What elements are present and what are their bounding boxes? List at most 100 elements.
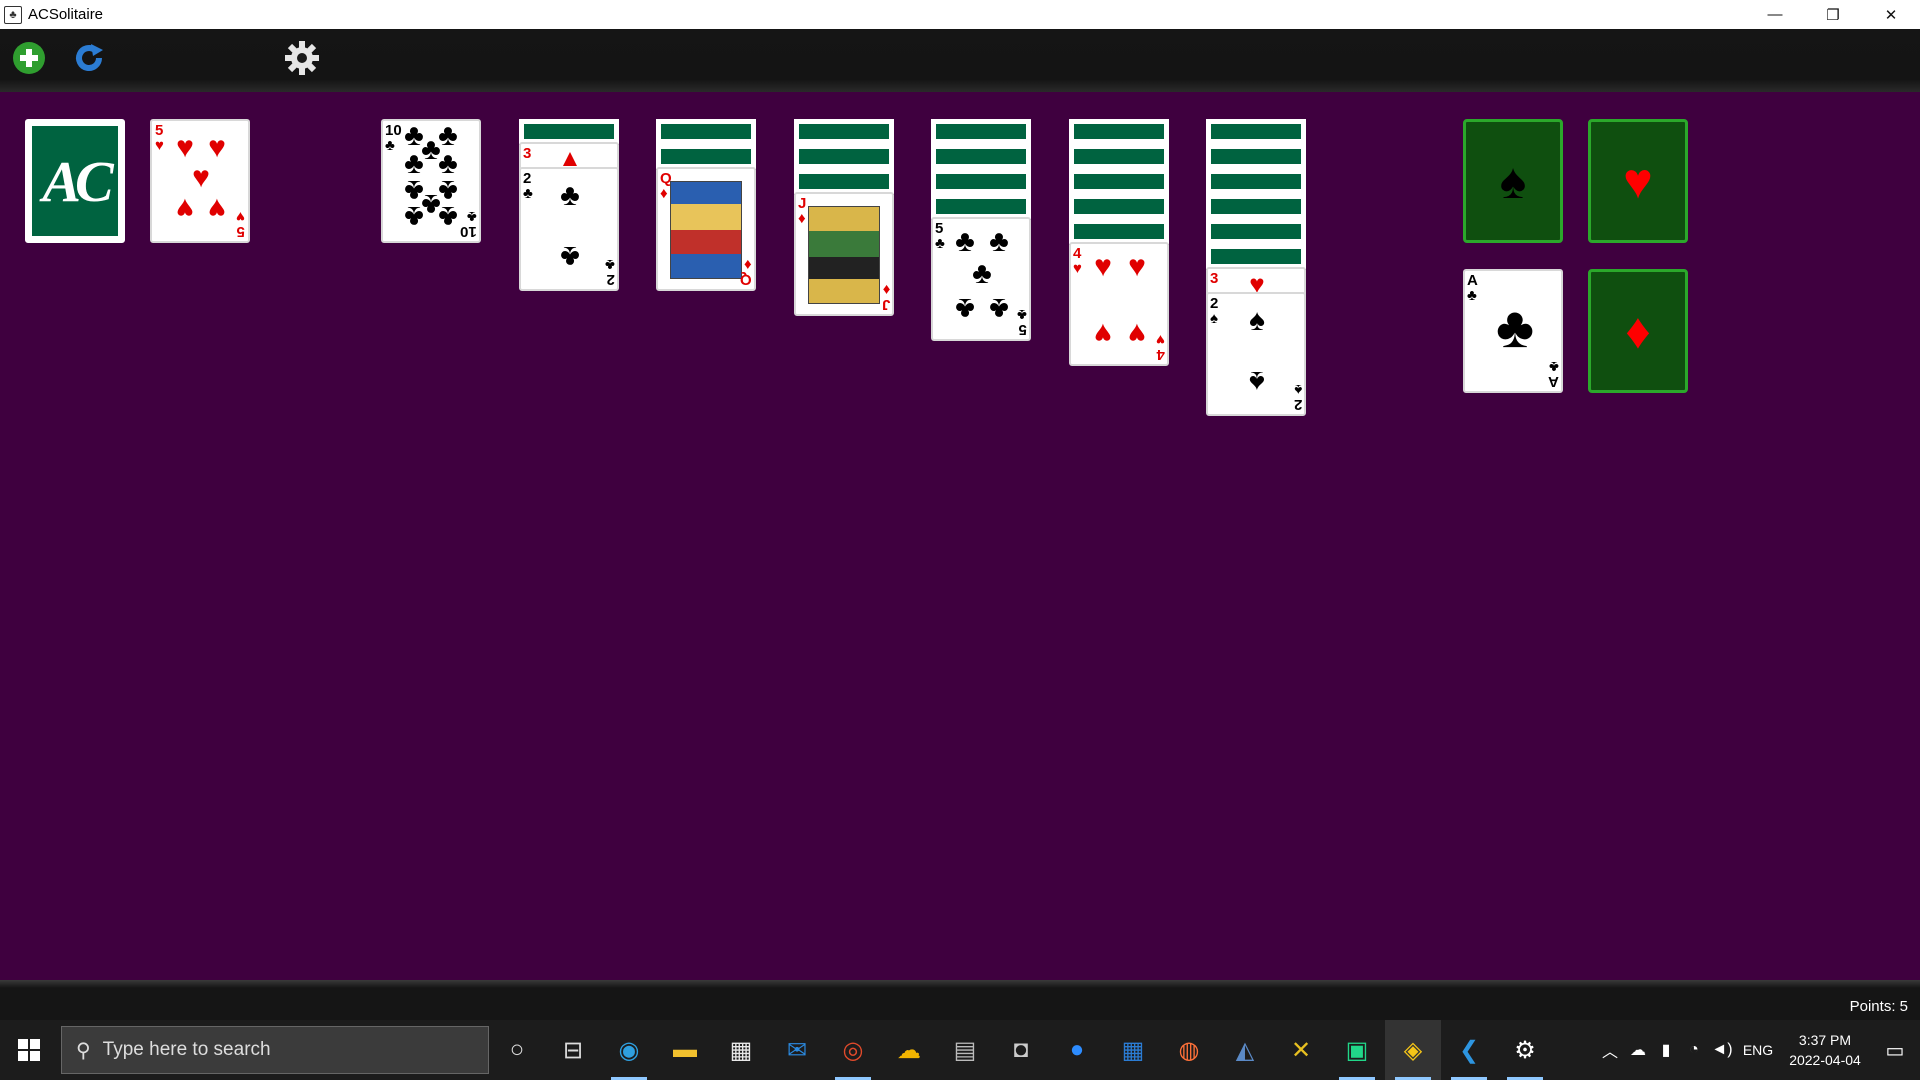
card-corner: 2 ♣ (523, 171, 533, 201)
system-tray: ︿ ☁ ▮ ◔ ◄) ENG 3:37 PM 2022-04-04 ▭ (1596, 1020, 1920, 1080)
undo-button[interactable] (70, 39, 108, 77)
calculator-icon[interactable]: ▤ (937, 1020, 993, 1080)
pip: ♣ (438, 200, 458, 233)
card-suit: ♠ (1294, 381, 1302, 398)
card-corner: 5 ♥ (236, 208, 245, 240)
minimize-button[interactable]: — (1746, 0, 1804, 29)
face-down-card (794, 144, 894, 169)
stock-pile[interactable]: AC (25, 119, 125, 243)
card-suit: ♥ (155, 137, 164, 154)
queen-face-art (670, 181, 742, 279)
foundation-clubs[interactable]: A ♣ ♣ A ♣ (1463, 269, 1563, 393)
window-title: ACSolitaire (28, 6, 104, 23)
chrome-icon[interactable]: ◎ (825, 1020, 881, 1080)
card-corner: 2 ♠ (1294, 381, 1302, 413)
tableau-card[interactable]: J ♦ J ♦ (794, 192, 894, 316)
firefox-icon[interactable]: ◍ (1161, 1020, 1217, 1080)
clock[interactable]: 3:37 PM 2022-04-04 (1780, 1030, 1870, 1070)
card-rank: 3 (1210, 270, 1219, 287)
card-suit: ♣ (1017, 306, 1027, 323)
card-corner: 4 ♥ (1073, 246, 1082, 276)
settings-icon[interactable]: ⚙ (1497, 1020, 1553, 1080)
store-icon[interactable]: ▦ (713, 1020, 769, 1080)
clock-date: 2022-04-04 (1789, 1052, 1861, 1068)
foundation-diamonds[interactable]: ♦ (1588, 269, 1688, 393)
status-bar: Points: 5 (0, 980, 1920, 1020)
face-down-card (519, 119, 619, 144)
network-icon[interactable]: ◔ (1680, 1041, 1708, 1059)
search-input[interactable]: ⚲ Type here to search (61, 1026, 489, 1074)
pip: ♣ (972, 257, 992, 290)
settings-button[interactable] (283, 39, 321, 77)
card-corner: J ♦ (882, 281, 890, 313)
foundation-spades[interactable]: ♠ (1463, 119, 1563, 243)
face-down-card (1069, 169, 1169, 194)
card-suit: ♥ (236, 208, 245, 225)
refresh-icon (76, 44, 103, 71)
new-game-button[interactable] (10, 39, 48, 77)
tableau-card[interactable]: 2 ♠ ♠ ♠ 2 ♠ (1206, 292, 1306, 416)
restore-button[interactable]: ❐ (1804, 0, 1862, 29)
tableau-card[interactable]: 5 ♣ ♣ ♣ ♣ ♣ ♣ 5 ♣ (931, 217, 1031, 341)
card-corner: 5 ♥ (155, 123, 164, 153)
taskbar: ⚲ Type here to search ○ ⊟ ◉ ▬ ▦ ✉ ◎ ☁ ▤ … (0, 1020, 1920, 1080)
language-indicator[interactable]: ENG (1736, 1042, 1780, 1058)
close-button[interactable]: ✕ (1862, 0, 1920, 29)
pip: ♣ (989, 225, 1009, 258)
tool-icon[interactable]: ✕ (1273, 1020, 1329, 1080)
pip: ♣ (560, 179, 580, 212)
card-rank: 4 (1156, 346, 1165, 363)
foundation-hearts[interactable]: ♥ (1588, 119, 1688, 243)
pip: ♣ (955, 225, 975, 258)
card-suit: ♥ (1073, 260, 1082, 277)
tableau-card[interactable]: Q ♦ Q ♦ (656, 167, 756, 291)
face-down-card (1206, 119, 1306, 144)
pycharm-icon[interactable]: ▣ (1329, 1020, 1385, 1080)
card-suit: ♣ (467, 208, 477, 225)
notification-icon[interactable]: ▭ (1870, 1038, 1920, 1063)
card-corner: 5 ♣ (935, 221, 945, 251)
start-button[interactable] (0, 1020, 58, 1080)
tableau-card[interactable]: 2 ♣ ♣ ♣ 2 ♣ (519, 167, 619, 291)
pip: ♠ (1249, 365, 1265, 398)
card-suit: ♣ (523, 185, 533, 202)
face-down-card (1069, 194, 1169, 219)
card-corner: A ♣ (1548, 358, 1559, 390)
card-suit: ♣ (1549, 358, 1559, 375)
task-view-icon[interactable]: ⊟ (545, 1020, 601, 1080)
weather-icon[interactable]: ☁ (881, 1020, 937, 1080)
pip: ♣ (404, 200, 424, 233)
card-corner: 3 (523, 146, 531, 161)
zoom-icon[interactable]: ● (1049, 1020, 1105, 1080)
python-icon[interactable]: ◈ (1385, 1020, 1441, 1080)
card-back: AC (32, 126, 118, 236)
card-rank: 2 (606, 271, 615, 288)
chevron-up-icon[interactable]: ︿ (1596, 1038, 1624, 1062)
tableau-card[interactable]: 10 ♣ ♣ ♣ ♣ ♣ ♣ ♣ ♣ ♣ ♣ ♣ 10 ♣ (381, 119, 481, 243)
camera-icon[interactable]: ◘ (993, 1020, 1049, 1080)
card-corner: Q ♦ (740, 256, 752, 288)
gear-icon (285, 41, 319, 75)
waste-card[interactable]: 5 ♥ ♥ ♥ ♥ ♥ ♥ 5 ♥ (150, 119, 250, 243)
pip: ♠ (1249, 304, 1265, 337)
card-corner: 4 ♥ (1156, 331, 1165, 363)
windows-icon (18, 1039, 40, 1061)
edge-icon[interactable]: ◉ (601, 1020, 657, 1080)
volume-icon[interactable]: ◄) (1708, 1041, 1736, 1059)
face-down-card (1206, 169, 1306, 194)
card-rank: A (1548, 373, 1559, 390)
card-corner: 2 ♠ (1210, 296, 1218, 326)
vscode-icon[interactable]: ❮ (1441, 1020, 1497, 1080)
face-down-card (656, 119, 756, 144)
search-placeholder: Type here to search (102, 1039, 271, 1060)
face-down-card (1206, 144, 1306, 169)
tableau-card[interactable]: 4 ♥ ♥ ♥ ♥ ♥ 4 ♥ (1069, 242, 1169, 366)
file-explorer-icon[interactable]: ▬ (657, 1020, 713, 1080)
calendar-icon[interactable]: ▦ (1105, 1020, 1161, 1080)
mail-icon[interactable]: ✉ (769, 1020, 825, 1080)
onedrive-icon[interactable]: ☁ (1624, 1040, 1652, 1060)
cortana-icon[interactable]: ○ (489, 1020, 545, 1080)
card-corner: J ♦ (798, 196, 806, 226)
microphone-icon[interactable]: ▮ (1652, 1040, 1680, 1060)
mysql-icon[interactable]: ◭ (1217, 1020, 1273, 1080)
